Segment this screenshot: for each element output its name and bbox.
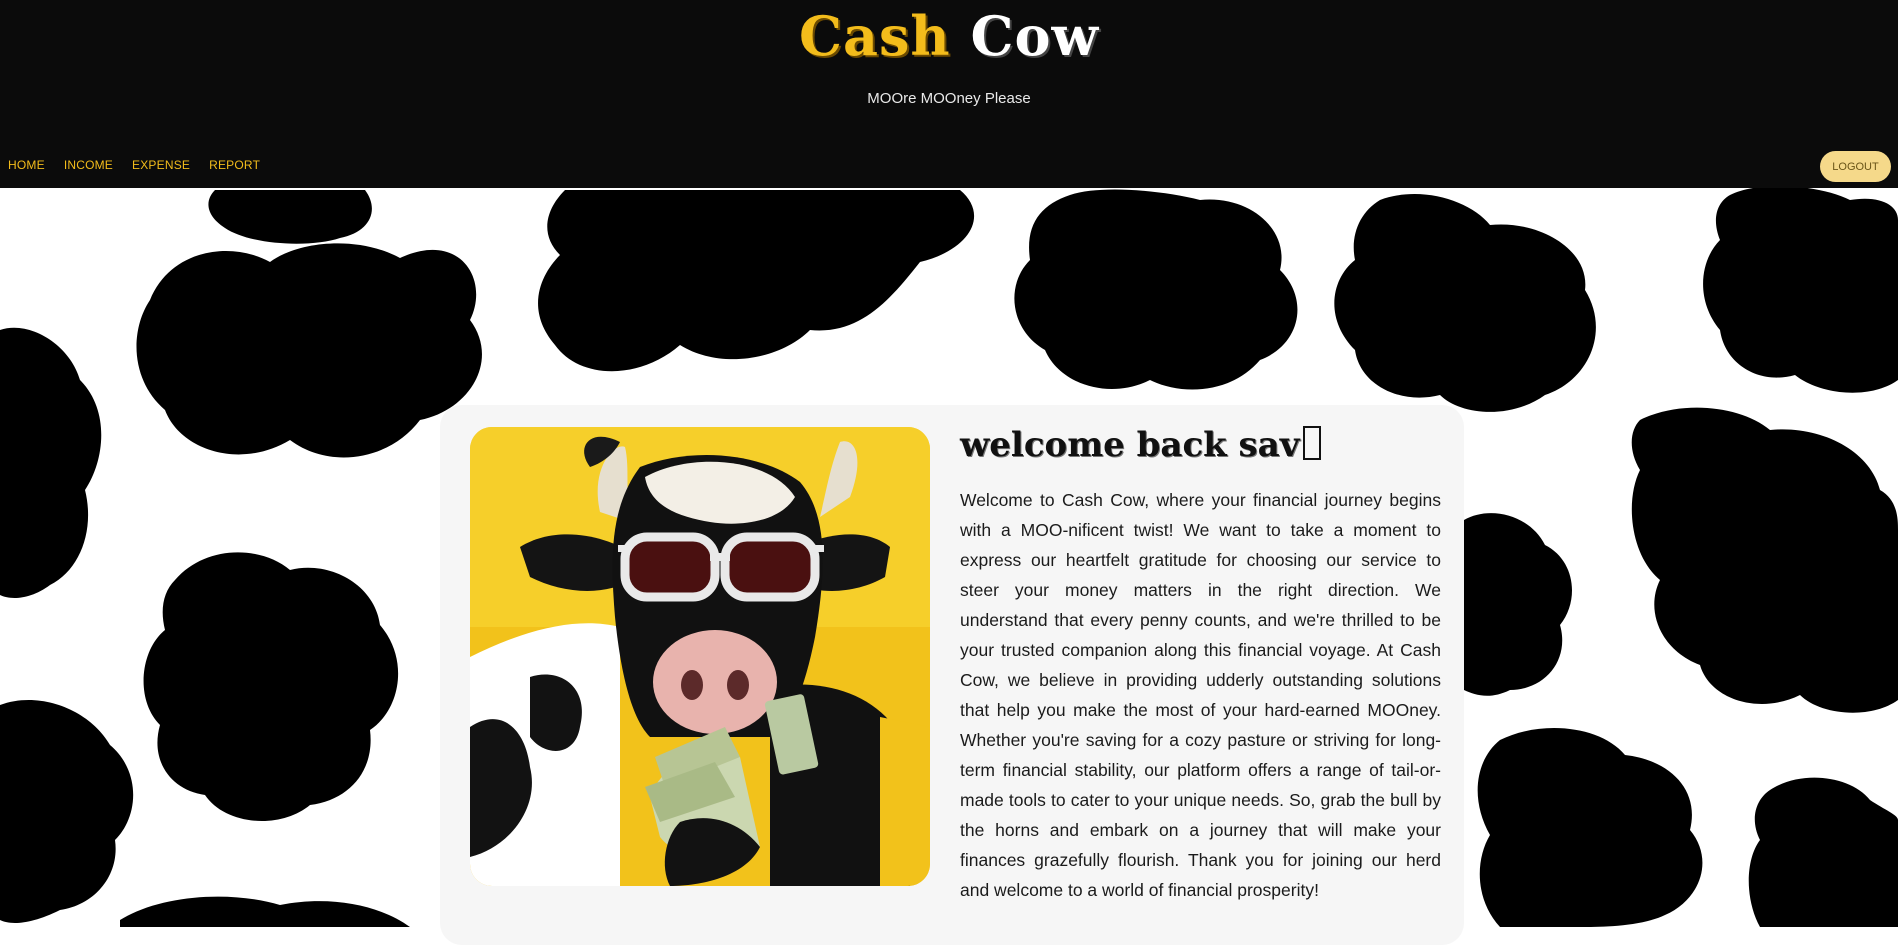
missing-glyph-icon	[1303, 426, 1322, 460]
welcome-heading: welcome back sav	[960, 425, 1460, 465]
nav-item-home[interactable]: HOME	[8, 158, 45, 172]
logo-word-cash: Cash	[799, 4, 951, 68]
cow-hero-image	[470, 427, 930, 886]
nav-item-expense[interactable]: EXPENSE	[132, 158, 190, 172]
logout-button[interactable]: LOGOUT	[1820, 151, 1891, 182]
nav-item-income[interactable]: INCOME	[64, 158, 113, 172]
welcome-description: Welcome to Cash Cow, where your financia…	[960, 490, 1441, 900]
welcome-heading-text: welcome back sav	[960, 425, 1300, 465]
logo-word-cow: Cow	[970, 4, 1099, 68]
site-tagline: MOOre MOOney Please	[867, 90, 1031, 107]
site-header: Cash Cow MOOre MOOney Please HOME INCOME…	[0, 0, 1898, 188]
nav-item-report[interactable]: REPORT	[209, 158, 260, 172]
site-logo[interactable]: Cash Cow	[0, 4, 1898, 68]
main-nav: HOME INCOME EXPENSE REPORT	[8, 158, 279, 172]
